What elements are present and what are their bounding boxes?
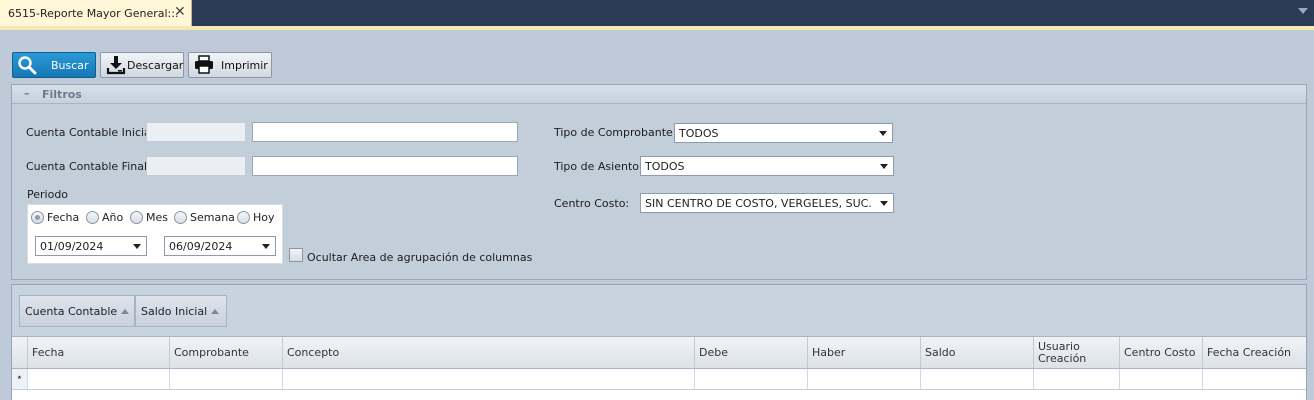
- document-tab-bar: 6515-Reporte Mayor General::. ✕: [0, 0, 1314, 26]
- filtros-title: Filtros: [42, 88, 82, 101]
- sort-ascending-icon: [121, 308, 130, 314]
- radio-label: Semana: [190, 211, 235, 224]
- tab-reporte-mayor-general[interactable]: 6515-Reporte Mayor General::. ✕: [0, 0, 192, 26]
- radio-label: Mes: [146, 211, 168, 224]
- fecha-desde-value: 01/09/2024: [40, 240, 104, 253]
- search-icon: [17, 55, 39, 75]
- filter-cell-usuario-creacion[interactable]: [1034, 369, 1120, 389]
- radio-mes[interactable]: Mes: [130, 211, 168, 224]
- radio-ano[interactable]: Año: [86, 211, 123, 224]
- chevron-down-icon[interactable]: [880, 164, 888, 169]
- column-header-haber[interactable]: Haber: [808, 337, 921, 368]
- filter-cell-centro-costo[interactable]: [1120, 369, 1203, 389]
- filter-row-indicator: ⭑: [12, 369, 28, 389]
- cuenta-final-name-field[interactable]: [252, 156, 518, 176]
- grid-header-row: Fecha Comprobante Concepto Debe Haber Sa…: [12, 336, 1306, 369]
- filter-cell-haber[interactable]: [808, 369, 921, 389]
- auto-filter-row: ⭑: [12, 369, 1306, 390]
- filter-cell-concepto[interactable]: [283, 369, 695, 389]
- radio-circle: [31, 211, 44, 224]
- cuenta-final-label: Cuenta Contable Final:: [26, 160, 151, 173]
- column-header-comprobante[interactable]: Comprobante: [170, 337, 283, 368]
- filter-cell-fecha[interactable]: [28, 369, 170, 389]
- fecha-desde-picker[interactable]: 01/09/2024: [35, 236, 147, 256]
- chevron-down-icon[interactable]: [879, 131, 887, 136]
- radio-fecha[interactable]: Fecha: [31, 211, 79, 224]
- tipo-comprobante-label: Tipo de Comprobante:: [554, 126, 677, 139]
- radio-hoy[interactable]: Hoy: [237, 211, 275, 224]
- buscar-label: Buscar: [51, 58, 89, 72]
- chevron-down-icon[interactable]: [880, 201, 888, 206]
- filter-cell-saldo[interactable]: [921, 369, 1034, 389]
- column-header-concepto[interactable]: Concepto: [283, 337, 695, 368]
- descargar-label: Descargar: [127, 58, 184, 72]
- cuenta-inicial-code-field[interactable]: [146, 122, 246, 142]
- fecha-hasta-picker[interactable]: 06/09/2024: [164, 236, 276, 256]
- tipo-asiento-label: Tipo de Asiento:: [554, 160, 643, 173]
- row-indicator-header: [12, 337, 28, 368]
- chevron-down-icon[interactable]: [262, 244, 270, 249]
- buscar-button[interactable]: Buscar: [12, 52, 96, 78]
- group-by-label: Saldo Inicial: [141, 304, 208, 318]
- radio-label: Hoy: [253, 211, 275, 224]
- radio-label: Año: [102, 211, 124, 224]
- tab-underline: [0, 26, 1314, 30]
- imprimir-label: Imprimir: [221, 58, 268, 72]
- filter-cell-fecha-creacion[interactable]: [1203, 369, 1306, 389]
- printer-icon: [193, 55, 215, 75]
- centro-costo-value: SIN CENTRO DE COSTO, VERGELES, SUC. DA..…: [645, 197, 873, 210]
- group-by-cuenta-contable[interactable]: Cuenta Contable: [19, 295, 135, 327]
- filter-cell-debe[interactable]: [695, 369, 808, 389]
- group-by-label: Cuenta Contable: [25, 304, 118, 318]
- column-header-saldo[interactable]: Saldo: [921, 337, 1034, 368]
- chevron-down-icon[interactable]: [133, 244, 141, 249]
- tab-menu-chevron-icon[interactable]: [1298, 8, 1308, 14]
- centro-costo-select[interactable]: SIN CENTRO DE COSTO, VERGELES, SUC. DA..…: [640, 193, 894, 213]
- download-icon: [105, 55, 127, 75]
- column-header-fecha-creacion[interactable]: Fecha Creación: [1203, 337, 1306, 368]
- tipo-asiento-value: TODOS: [645, 160, 685, 173]
- ocultar-area-label: Ocultar Area de agrupación de columnas: [307, 251, 533, 264]
- tab-title: 6515-Reporte Mayor General::.: [8, 7, 179, 20]
- ocultar-area-checkbox[interactable]: [289, 248, 303, 262]
- mayor-general-grid: Cuenta Contable Saldo Inicial Fecha Comp…: [11, 284, 1307, 400]
- filtros-header[interactable]: – Filtros: [12, 85, 1306, 104]
- radio-circle: [86, 211, 99, 224]
- tipo-comprobante-select[interactable]: TODOS: [674, 123, 893, 143]
- fecha-hasta-value: 06/09/2024: [169, 240, 233, 253]
- tipo-comprobante-value: TODOS: [679, 127, 719, 140]
- periodo-label: Periodo: [27, 188, 69, 201]
- sort-ascending-icon: [211, 308, 220, 314]
- radio-circle: [130, 211, 143, 224]
- radio-circle: [174, 211, 187, 224]
- column-header-centro-costo[interactable]: Centro Costo: [1120, 337, 1203, 368]
- cuenta-final-code-field[interactable]: [146, 156, 246, 176]
- column-header-usuario-creacion[interactable]: Usuario Creación: [1034, 337, 1120, 368]
- column-header-fecha[interactable]: Fecha: [28, 337, 170, 368]
- filter-cell-comprobante[interactable]: [170, 369, 283, 389]
- centro-costo-label: Centro Costo:: [554, 197, 630, 210]
- grid-body: [12, 390, 1306, 400]
- descargar-button[interactable]: Descargar: [100, 52, 184, 78]
- collapse-icon[interactable]: –: [24, 87, 30, 100]
- pin-icon: ⭑: [17, 373, 22, 383]
- close-icon[interactable]: ✕: [174, 4, 186, 20]
- imprimir-button[interactable]: Imprimir: [188, 52, 272, 78]
- group-by-saldo-inicial[interactable]: Saldo Inicial: [135, 295, 227, 327]
- cuenta-inicial-name-field[interactable]: [252, 122, 518, 142]
- periodo-panel: Fecha Año Mes Semana Hoy 01/09/2024 06/0…: [27, 204, 283, 264]
- radio-label: Fecha: [47, 211, 80, 224]
- radio-semana[interactable]: Semana: [174, 211, 235, 224]
- column-header-debe[interactable]: Debe: [695, 337, 808, 368]
- radio-circle: [237, 211, 250, 224]
- tipo-asiento-select[interactable]: TODOS: [640, 156, 894, 176]
- cuenta-inicial-label: Cuenta Contable Inicial:: [26, 126, 158, 139]
